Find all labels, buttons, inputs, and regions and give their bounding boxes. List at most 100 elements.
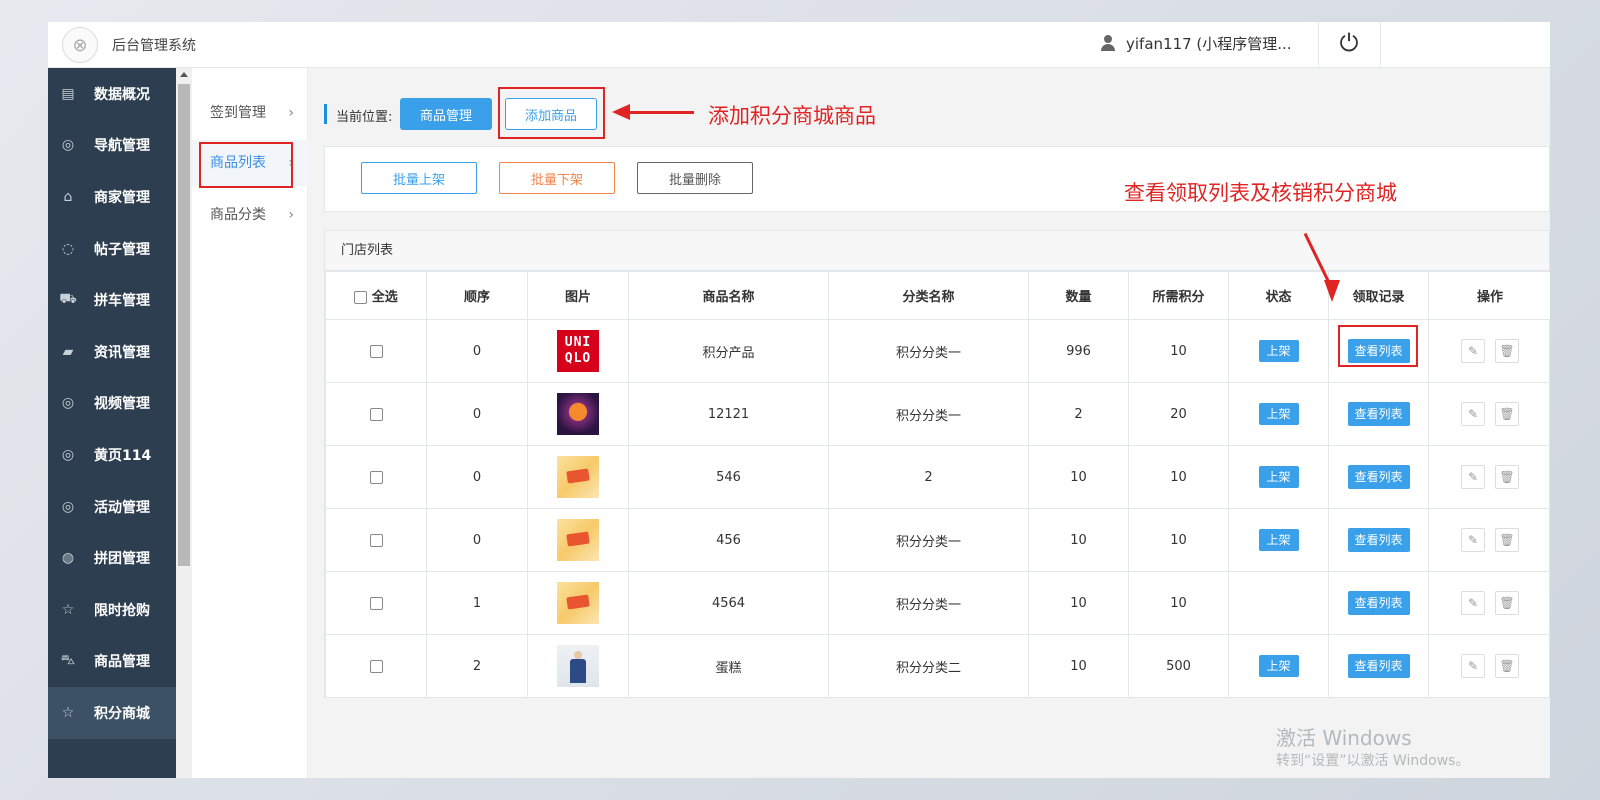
view-list-button[interactable]: 查看列表 [1347,465,1410,489]
select-all-checkbox[interactable] [354,291,368,304]
row-checkbox[interactable] [369,596,383,610]
sidebar-item-label: 积分商城 [94,705,150,722]
trash-icon[interactable]: 🗑 [1495,654,1519,678]
status-badge[interactable]: 上架 [1258,529,1299,551]
sidebar-item-label: 资讯管理 [94,344,150,361]
logo-icon: ⊗ [62,27,98,63]
main-content: 当前位置: 商品管理 添加商品 批量上架 批量下架 批量删除 门店列表 全选 顺… [308,68,1550,778]
product-management-button[interactable]: 商品管理 [400,98,492,130]
submenu-item-product-list[interactable]: 商品列表 › [192,140,308,186]
cart-icon: ⛍ [60,652,76,669]
view-list-button[interactable]: 查看列表 [1347,528,1410,552]
status-badge[interactable]: 上架 [1258,466,1299,488]
batch-unlist-button[interactable]: 批量下架 [499,162,615,194]
sidebar-item-navigation[interactable]: ◎ 导航管理 [48,120,176,172]
table-row: 1 4564 积分分类一 10 10 查看列表 ✎ 🗑 [325,571,1550,635]
sidebar-item-products[interactable]: ⛍ 商品管理 [48,636,176,688]
app-title: 后台管理系统 [112,38,196,54]
compass-icon: ◎ [61,498,75,515]
column-header: 操作 [1428,271,1550,320]
edit-icon[interactable]: ✎ [1461,528,1485,552]
sidebar-scrollbar[interactable] [176,68,192,778]
table-row: 0 456 积分分类一 10 10 上架 查看列表 ✎ 🗑 [325,508,1550,572]
breadcrumb-marker [324,104,327,124]
star-icon: ☆ [61,704,75,721]
status-badge[interactable]: 上架 [1258,403,1299,425]
trash-icon[interactable]: 🗑 [1495,402,1519,426]
sidebar-item-carpool[interactable]: ⛟ 拼车管理 [48,274,176,326]
trash-icon[interactable]: 🗑 [1495,591,1519,615]
view-list-button[interactable]: 查看列表 [1347,402,1410,426]
user-name[interactable]: yifan117 (小程序管理... [1126,33,1292,54]
product-name-cell: 456 [628,508,829,572]
sidebar-item-yellow-pages[interactable]: ◎ 黄页114 [48,429,176,481]
batch-delete-button[interactable]: 批量删除 [637,162,753,194]
table-row: 0 UNI QLO 积分产品 积分分类一 996 10 上架 查看列表 ✎ 🗑 [325,319,1550,383]
sidebar-item-merchants[interactable]: ⌂ 商家管理 [48,171,176,223]
row-checkbox[interactable] [369,407,383,421]
row-checkbox[interactable] [369,470,383,484]
trash-icon[interactable]: 🗑 [1495,339,1519,363]
product-name-cell: 蛋糕 [628,634,829,698]
category-cell: 积分分类一 [828,319,1029,383]
quantity-cell: 10 [1028,508,1129,572]
sidebar-item-group-buy[interactable]: ◍ 拼团管理 [48,532,176,584]
submenu-item-product-category[interactable]: 商品分类 › [192,192,308,238]
category-cell: 积分分类一 [828,508,1029,572]
status-badge[interactable]: 上架 [1258,340,1299,362]
sidebar-item-data-overview[interactable]: ▤ 数据概况 [48,68,176,120]
star-icon: ☆ [61,601,75,618]
app-window: ⊗ 后台管理系统 yifan117 (小程序管理... ⏻ ▤ 数据概况 ◎ 导… [48,22,1550,778]
car-icon: ⛟ [59,291,77,308]
edit-icon[interactable]: ✎ [1461,654,1485,678]
sidebar-item-label: 导航管理 [94,138,150,155]
quantity-cell: 2 [1028,382,1129,446]
scrollbar-thumb[interactable] [178,84,190,566]
column-header: 所需积分 [1128,271,1229,320]
edit-icon[interactable]: ✎ [1461,591,1485,615]
divider [1380,22,1381,68]
view-list-button[interactable]: 查看列表 [1347,339,1410,363]
divider [1318,22,1319,68]
sidebar-item-label: 活动管理 [94,499,150,516]
product-thumbnail [557,582,599,624]
annotation-add-note: 添加积分商城商品 [708,104,876,128]
status-badge[interactable]: 上架 [1258,655,1299,677]
sidebar-item-label: 黄页114 [94,447,152,464]
scroll-up-arrow-icon[interactable] [180,72,188,77]
trash-icon[interactable]: 🗑 [1495,528,1519,552]
product-name-cell: 12121 [628,382,829,446]
edit-icon[interactable]: ✎ [1461,402,1485,426]
sidebar-item-video[interactable]: ◎ 视频管理 [48,378,176,430]
row-checkbox[interactable] [369,533,383,547]
sidebar: ▤ 数据概况 ◎ 导航管理 ⌂ 商家管理 ◌ 帖子管理 ⛟ 拼车管理 ▰ 资讯管… [48,68,176,778]
sidebar-item-posts[interactable]: ◌ 帖子管理 [48,223,176,275]
sidebar-item-points-mall[interactable]: ☆ 积分商城 [48,687,176,739]
lifebuoy-icon: ◍ [61,550,75,567]
submenu-item-checkin[interactable]: 签到管理 › [192,90,308,136]
sidebar-item-label: 商家管理 [94,189,150,206]
sidebar-item-events[interactable]: ◎ 活动管理 [48,481,176,533]
compass-icon: ◎ [61,137,75,154]
table-header-row: 全选 顺序 图片 商品名称 分类名称 数量 所需积分 状态 领取记录 操作 [325,271,1550,320]
view-list-button[interactable]: 查看列表 [1347,654,1410,678]
chevron-right-icon: › [288,207,294,223]
add-product-button[interactable]: 添加商品 [505,98,597,130]
power-icon[interactable]: ⏻ [1336,30,1362,56]
order-cell: 0 [426,382,528,446]
batch-list-button[interactable]: 批量上架 [361,162,477,194]
submenu-item-label: 商品分类 [210,207,266,223]
column-header: 状态 [1228,271,1329,320]
sidebar-item-flash-sale[interactable]: ☆ 限时抢购 [48,584,176,636]
trash-icon[interactable]: 🗑 [1495,465,1519,489]
row-checkbox[interactable] [369,344,383,358]
category-cell: 积分分类一 [828,382,1029,446]
edit-icon[interactable]: ✎ [1461,339,1485,363]
edit-icon[interactable]: ✎ [1461,465,1485,489]
view-list-button[interactable]: 查看列表 [1347,591,1410,615]
quantity-cell: 996 [1028,319,1129,383]
row-checkbox[interactable] [369,659,383,673]
select-all-header[interactable]: 全选 [325,271,427,320]
sidebar-item-news[interactable]: ▰ 资讯管理 [48,326,176,378]
order-cell: 1 [426,571,528,635]
